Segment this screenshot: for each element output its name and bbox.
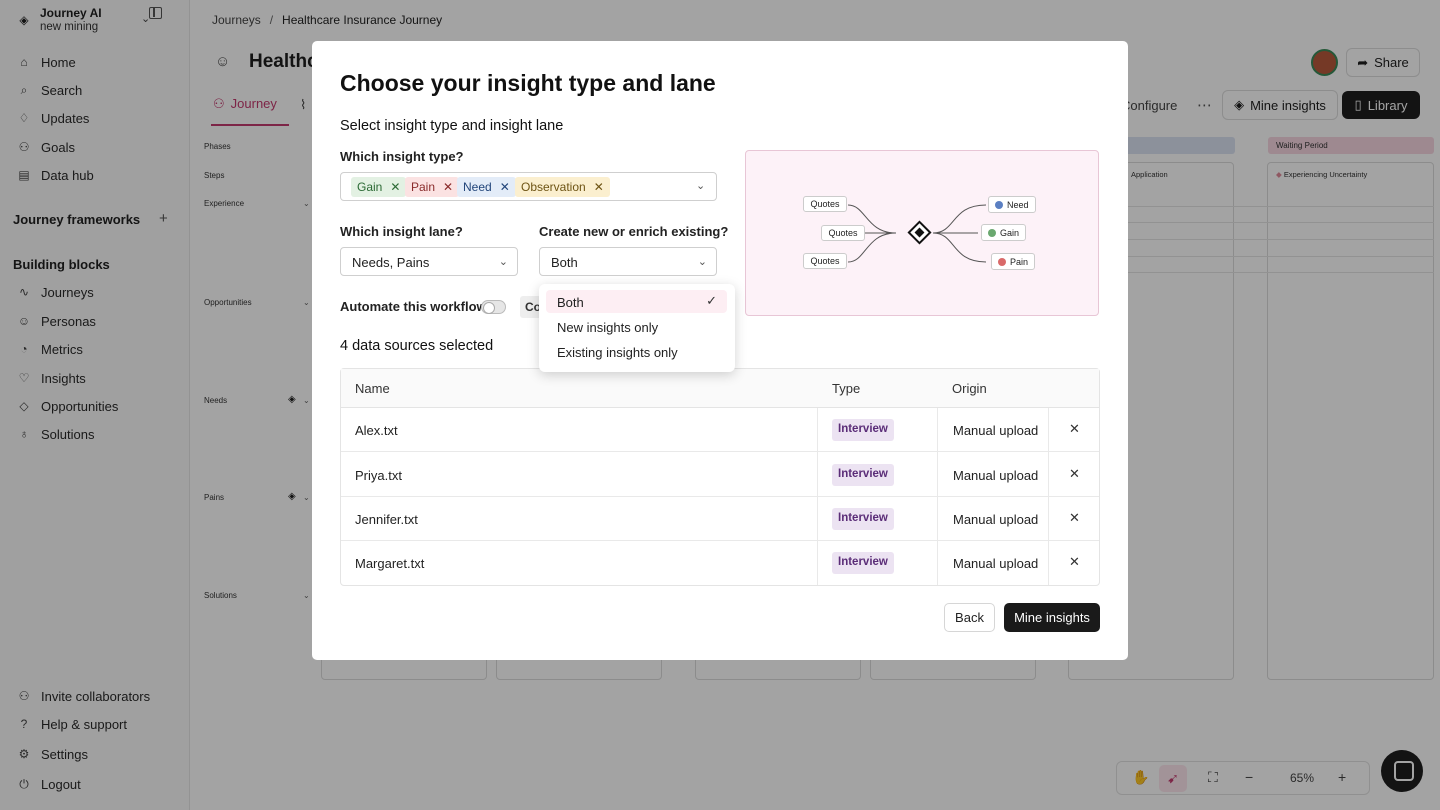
chip-label: Need	[463, 180, 492, 194]
dropdown-option-existing[interactable]: Existing insights only	[546, 340, 727, 363]
column-header-type: Type	[832, 381, 861, 396]
insight-lane-label: Which insight lane?	[340, 224, 463, 239]
insight-lane-value: Needs, Pains	[352, 255, 430, 270]
create-enrich-dropdown: Both ✓ New insights only Existing insight…	[539, 284, 735, 372]
gain-node: Gain	[981, 224, 1027, 241]
insight-type-multiselect[interactable]: Gain ✕ Pain ✕ Need ✕ Observation ✕ ⌄	[340, 172, 717, 201]
pain-dot-icon	[998, 257, 1006, 266]
dropdown-option-both[interactable]: Both ✓	[546, 290, 727, 313]
close-icon[interactable]: ✕	[1069, 554, 1080, 570]
gain-dot-icon	[988, 228, 996, 237]
chip-label: Observation	[521, 180, 586, 194]
table-row: Priya.txt Interview Manual upload ✕	[341, 453, 1099, 497]
close-icon[interactable]: ✕	[1069, 421, 1080, 437]
automate-toggle[interactable]	[481, 300, 506, 314]
source-name: Margaret.txt	[355, 556, 425, 571]
column-header-name: Name	[355, 381, 390, 396]
create-enrich-select[interactable]: Both ⌄	[539, 247, 717, 276]
source-name: Alex.txt	[355, 423, 398, 438]
table-row: Margaret.txt Interview Manual upload ✕	[341, 541, 1099, 585]
chip-label: Gain	[357, 180, 383, 194]
quote-node: Quotes	[803, 253, 847, 269]
column-header-origin: Origin	[952, 381, 987, 396]
type-badge: Interview	[832, 508, 894, 530]
insight-diagram: Quotes Quotes Quotes Need Gain Pain	[745, 150, 1099, 316]
option-label: Both	[557, 295, 584, 310]
table-header: Name Type Origin	[341, 369, 1099, 408]
back-button[interactable]: Back	[944, 603, 995, 632]
source-origin: Manual upload	[953, 512, 1039, 527]
pain-node: Pain	[991, 253, 1036, 270]
mine-insights-button[interactable]: Mine insights	[1004, 603, 1100, 632]
close-icon[interactable]: ✕	[390, 180, 400, 194]
pain-node-label: Pain	[1010, 256, 1029, 267]
dropdown-option-new[interactable]: New insights only	[546, 315, 727, 338]
modal-subtitle: Select insight type and insight lane	[340, 118, 564, 134]
chip-label: Pain	[411, 180, 436, 194]
automate-label: Automate this workflow	[340, 299, 487, 314]
chip-observation[interactable]: Observation ✕	[515, 177, 610, 197]
source-origin: Manual upload	[953, 468, 1039, 483]
quote-node: Quotes	[821, 225, 865, 241]
chip-need[interactable]: Need ✕	[457, 177, 516, 197]
close-icon[interactable]: ✕	[1069, 466, 1080, 482]
close-icon[interactable]: ✕	[500, 180, 510, 194]
table-row: Jennifer.txt Interview Manual upload ✕	[341, 497, 1099, 541]
quote-node: Quotes	[803, 196, 847, 212]
insight-lane-select[interactable]: Needs, Pains ⌄	[340, 247, 518, 276]
need-dot-icon	[995, 200, 1003, 209]
source-origin: Manual upload	[953, 423, 1039, 438]
need-node: Need	[988, 196, 1036, 213]
type-badge: Interview	[832, 419, 894, 441]
close-icon[interactable]: ✕	[1069, 510, 1080, 526]
create-enrich-label: Create new or enrich existing?	[539, 224, 729, 239]
gain-node-label: Gain	[1000, 227, 1020, 238]
sources-count: 4 data sources selected	[340, 338, 494, 354]
source-origin: Manual upload	[953, 556, 1039, 571]
chevron-down-icon[interactable]: ⌄	[696, 179, 705, 192]
type-badge: Interview	[832, 552, 894, 574]
chevron-down-icon: ⌄	[498, 256, 508, 268]
chip-pain[interactable]: Pain ✕	[405, 177, 460, 197]
close-icon[interactable]: ✕	[443, 180, 453, 194]
close-icon[interactable]: ✕	[594, 180, 604, 194]
sources-table: Name Type Origin Alex.txt Interview Manu…	[340, 368, 1100, 586]
insight-type-label: Which insight type?	[340, 149, 464, 164]
need-node-label: Need	[1007, 199, 1029, 210]
diagram-connectors	[847, 204, 987, 263]
chevron-down-icon: ⌄	[697, 256, 707, 268]
source-name: Priya.txt	[355, 468, 402, 483]
table-row: Alex.txt Interview Manual upload ✕	[341, 408, 1099, 452]
source-name: Jennifer.txt	[355, 512, 418, 527]
create-enrich-value: Both	[551, 255, 578, 270]
chip-gain[interactable]: Gain ✕	[351, 177, 407, 197]
type-badge: Interview	[832, 464, 894, 486]
check-icon: ✓	[706, 293, 717, 308]
modal-title: Choose your insight type and lane	[340, 70, 716, 96]
